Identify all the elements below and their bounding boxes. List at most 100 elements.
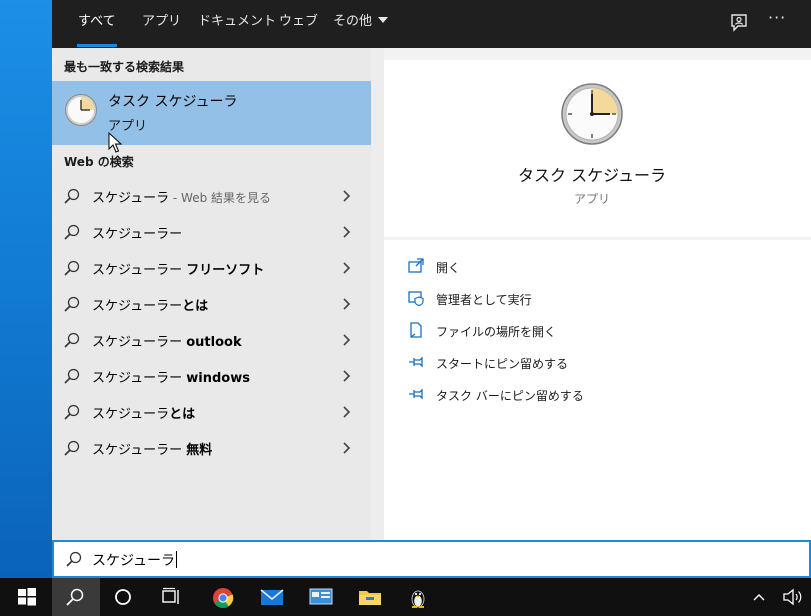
- taskbar: [0, 578, 811, 616]
- search-icon: [64, 440, 80, 456]
- chevron-right-icon[interactable]: [342, 298, 352, 310]
- preview-actions: 開く 管理者として実行 ファイルの場所を開く スタートにピン留めする タスク バ…: [384, 240, 811, 540]
- action-label: ファイルの場所を開く: [436, 325, 557, 339]
- web-result-row[interactable]: スケジューラー windows: [52, 358, 371, 394]
- web-result-query: スケジューラー: [92, 371, 187, 386]
- open-icon: [408, 258, 424, 273]
- chevron-right-icon[interactable]: [342, 334, 352, 346]
- tab-more[interactable]: その他: [333, 0, 389, 48]
- web-result-query: スケジューラー: [92, 335, 187, 350]
- tab-all[interactable]: すべて: [77, 0, 117, 48]
- results-panel: 最も一致する検索結果 タスク スケジューラ アプリ Web の検索 スケジューラ…: [52, 48, 371, 540]
- web-result-suffix: フリーソフト: [186, 263, 265, 278]
- web-result-suffix: とは: [169, 407, 196, 422]
- pin-icon: [409, 356, 423, 368]
- file-explorer-taskbar-button[interactable]: [345, 578, 393, 616]
- search-icon: [64, 224, 80, 240]
- action-label: タスク バーにピン留めする: [436, 389, 584, 403]
- control-panel-taskbar-button[interactable]: [296, 578, 344, 616]
- open-file-location-icon: [410, 322, 422, 338]
- search-icon: [64, 368, 80, 384]
- web-search-heading: Web の検索: [64, 155, 134, 169]
- chrome-icon: [213, 588, 234, 608]
- caret-down-icon: [378, 17, 389, 23]
- chevron-up-icon[interactable]: [752, 588, 766, 606]
- web-result-suffix: 無料: [186, 443, 213, 458]
- web-result-query: スケジューラー: [92, 299, 183, 314]
- taskbar-search-button[interactable]: [52, 578, 100, 616]
- search-box[interactable]: スケジューラ: [52, 540, 811, 578]
- action-label: スタートにピン留めする: [436, 357, 569, 371]
- web-result-row[interactable]: スケジューラ - Web 結果を見る: [52, 178, 371, 214]
- windows-start-icon: [18, 588, 36, 606]
- search-icon: [64, 296, 80, 312]
- action-label: 管理者として実行: [436, 293, 532, 307]
- linux-taskbar-button[interactable]: [394, 578, 442, 616]
- task-view-icon: [162, 587, 179, 604]
- chevron-right-icon[interactable]: [342, 262, 352, 274]
- tab-apps[interactable]: アプリ: [142, 0, 181, 48]
- chevron-right-icon[interactable]: [342, 226, 352, 238]
- web-result-query: スケジューラー: [92, 263, 187, 278]
- task-scheduler-clock-icon: [65, 94, 97, 126]
- web-result-query: スケジューラ: [92, 407, 170, 422]
- linux-penguin-icon: [411, 590, 425, 608]
- tab-documents[interactable]: ドキュメント: [198, 0, 276, 48]
- web-result-row[interactable]: スケジューラとは: [52, 394, 371, 430]
- web-result-query: スケジューラ: [92, 191, 170, 206]
- web-result-query: スケジューラー: [92, 443, 187, 458]
- start-button[interactable]: [4, 578, 52, 616]
- tab-more-label: その他: [333, 14, 373, 29]
- search-header-bar: すべて アプリ ドキュメント ウェブ その他 ···: [52, 0, 811, 48]
- search-icon: [64, 404, 80, 420]
- best-match-title: タスク スケジューラ: [108, 94, 238, 110]
- cortana-circle-icon: [115, 589, 131, 605]
- web-result-row[interactable]: スケジューラー outlook: [52, 322, 371, 358]
- search-icon: [64, 260, 80, 276]
- feedback-icon[interactable]: [728, 12, 750, 34]
- preview-subtitle: アプリ: [573, 192, 610, 206]
- search-input-value: スケジューラ: [92, 553, 176, 569]
- search-icon: [66, 588, 84, 606]
- web-result-row[interactable]: スケジューラー: [52, 214, 371, 250]
- task-scheduler-clock-icon: [561, 83, 623, 145]
- control-panel-icon: [309, 588, 333, 605]
- web-result-row[interactable]: スケジューラー 無料: [52, 430, 371, 466]
- cortana-button[interactable]: [100, 578, 148, 616]
- web-result-suffix: とは: [182, 299, 209, 314]
- best-match-heading: 最も一致する検索結果: [64, 60, 185, 74]
- more-icon[interactable]: ···: [768, 8, 790, 30]
- action-label: 開く: [436, 261, 461, 275]
- search-icon: [66, 551, 82, 567]
- desktop-background: [0, 0, 52, 578]
- panel-divider: [371, 48, 384, 540]
- search-icon: [64, 188, 80, 204]
- preview-title: タスク スケジューラ: [518, 166, 666, 185]
- web-result-row[interactable]: スケジューラー フリーソフト: [52, 250, 371, 286]
- tab-web[interactable]: ウェブ: [279, 0, 318, 48]
- file-explorer-icon: [359, 591, 381, 605]
- best-match-item[interactable]: タスク スケジューラ アプリ: [52, 81, 371, 145]
- search-input[interactable]: スケジューラ: [92, 550, 178, 570]
- pin-icon: [409, 388, 423, 400]
- web-result-row[interactable]: スケジューラーとは: [52, 286, 371, 322]
- run-as-admin-icon: [408, 291, 424, 306]
- web-result-suffix: - Web 結果を見る: [169, 191, 272, 205]
- mouse-pointer-icon: [108, 132, 122, 153]
- text-caret: [176, 551, 178, 568]
- chevron-right-icon[interactable]: [342, 370, 352, 382]
- web-result-suffix: windows: [186, 371, 250, 386]
- chevron-right-icon[interactable]: [342, 190, 352, 202]
- chrome-taskbar-button[interactable]: [199, 578, 247, 616]
- web-result-suffix: outlook: [186, 335, 242, 350]
- speaker-icon[interactable]: [782, 588, 802, 606]
- chevron-right-icon[interactable]: [342, 442, 352, 454]
- mail-taskbar-button[interactable]: [247, 578, 295, 616]
- search-icon: [64, 332, 80, 348]
- mail-icon: [260, 589, 284, 605]
- app-preview-card: タスク スケジューラ アプリ: [384, 60, 811, 237]
- preview-panel: タスク スケジューラ アプリ 開く 管理者として実行 ファイルの場所を開く スタ…: [384, 48, 811, 540]
- task-view-button[interactable]: [148, 578, 196, 616]
- web-result-query: スケジューラー: [92, 227, 183, 242]
- chevron-right-icon[interactable]: [342, 406, 352, 418]
